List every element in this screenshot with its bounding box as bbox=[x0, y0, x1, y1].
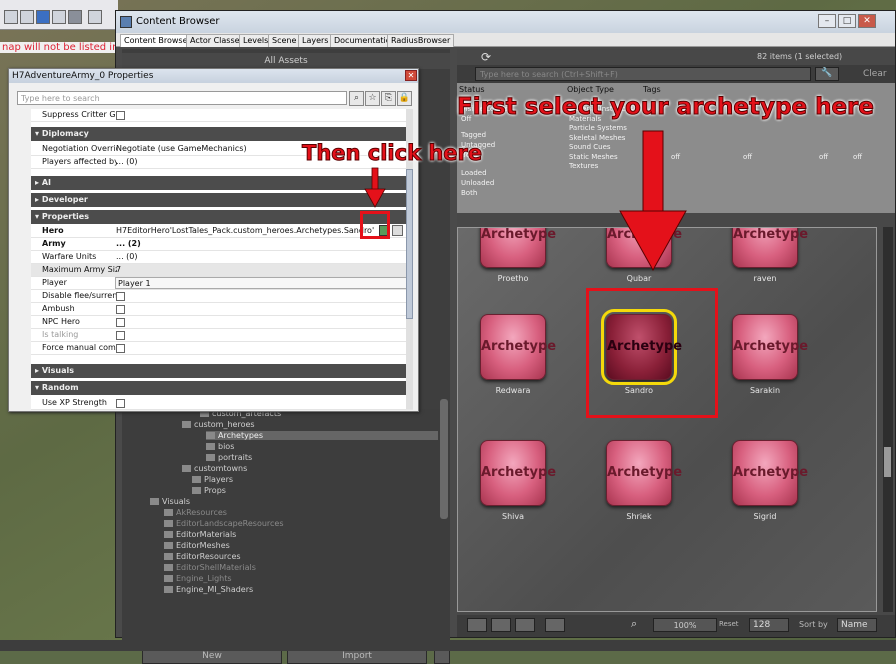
arrow-down-large bbox=[619, 130, 687, 272]
status-bar bbox=[0, 640, 896, 651]
annotation-arrows bbox=[364, 130, 687, 272]
arrow-down-small bbox=[364, 167, 386, 208]
